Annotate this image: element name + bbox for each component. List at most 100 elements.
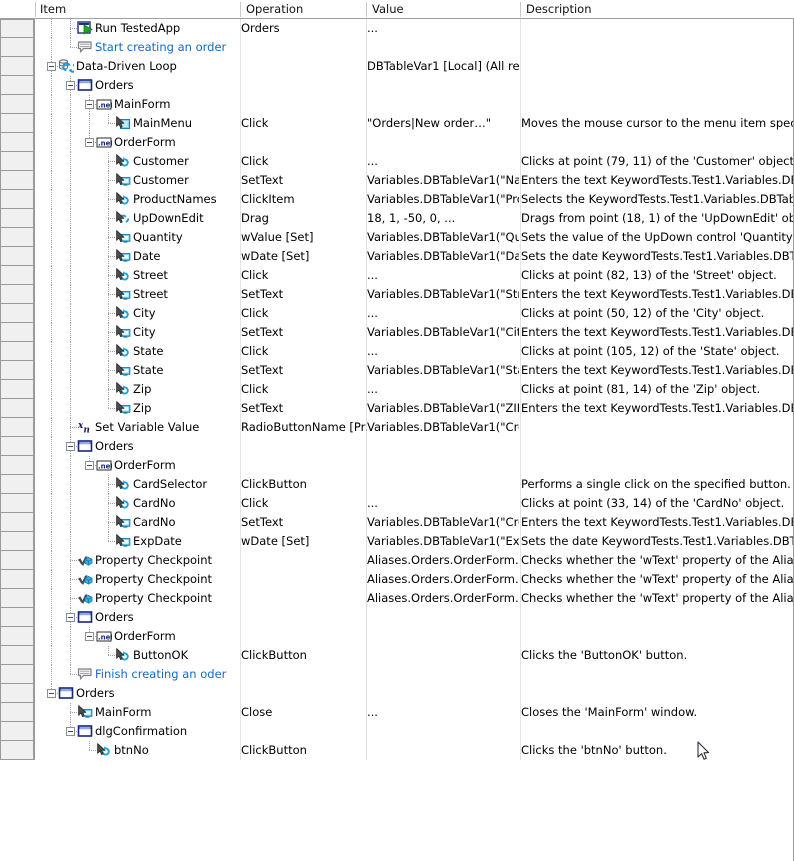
cell-value[interactable]: Aliases.Orders.OrderForm.G… bbox=[367, 570, 519, 589]
table-row[interactable]: Street SetTextVariables.DBTableVar1("Stre… bbox=[35, 285, 794, 304]
cell-value[interactable] bbox=[367, 646, 519, 665]
cell-operation[interactable] bbox=[241, 456, 367, 475]
row-gutter-cell[interactable] bbox=[0, 418, 34, 437]
cell-value[interactable]: Variables.DBTableVar1("Cre… bbox=[367, 513, 519, 532]
cell-operation[interactable] bbox=[241, 570, 367, 589]
cell-operation[interactable]: Orders bbox=[241, 19, 367, 38]
cell-description[interactable]: Sets the date KeywordTests.Test1.Variabl… bbox=[521, 532, 793, 551]
row-gutter-cell[interactable] bbox=[0, 76, 34, 95]
table-row[interactable]: MainMenu Click "Orders|New order…" Moves th… bbox=[35, 114, 794, 133]
cell-operation[interactable]: ClickItem bbox=[241, 190, 367, 209]
header-separator[interactable] bbox=[366, 2, 367, 17]
cell-value[interactable]: ... bbox=[367, 703, 519, 722]
cell-operation[interactable] bbox=[241, 57, 367, 76]
cell-description[interactable]: Sets the value of the UpDown control 'Qu… bbox=[521, 228, 793, 247]
cell-value[interactable]: Variables.DBTableVar1("Stre… bbox=[367, 285, 519, 304]
row-gutter-cell[interactable] bbox=[0, 703, 34, 722]
cell-value[interactable]: "Orders|New order…" bbox=[367, 114, 519, 133]
cell-description[interactable] bbox=[521, 57, 793, 76]
cell-value[interactable]: Aliases.Orders.OrderForm.G… bbox=[367, 551, 519, 570]
cell-item[interactable]: Orders bbox=[41, 76, 241, 95]
row-gutter-cell[interactable] bbox=[0, 95, 34, 114]
cell-operation[interactable] bbox=[241, 722, 367, 741]
cell-operation[interactable] bbox=[241, 437, 367, 456]
table-row[interactable]: CardNo SetTextVariables.DBTableVar1("Cre…… bbox=[35, 513, 794, 532]
cell-value[interactable]: ... bbox=[367, 342, 519, 361]
cell-operation[interactable]: ClickButton bbox=[241, 646, 367, 665]
row-gutter-cell[interactable] bbox=[0, 399, 34, 418]
cell-operation[interactable] bbox=[241, 76, 367, 95]
cell-description[interactable] bbox=[521, 722, 793, 741]
cell-description[interactable] bbox=[521, 627, 793, 646]
cell-description[interactable]: Enters the text KeywordTests.Test1.Varia… bbox=[521, 361, 793, 380]
cell-operation[interactable]: RadioButtonName [Pr… bbox=[241, 418, 367, 437]
tree-expander-collapse[interactable] bbox=[47, 689, 56, 698]
cell-description[interactable]: Clicks at point (81, 14) of the 'Zip' ob… bbox=[521, 380, 793, 399]
tree-expander-collapse[interactable] bbox=[85, 632, 94, 641]
row-gutter-cell[interactable] bbox=[0, 285, 34, 304]
cell-description[interactable] bbox=[521, 19, 793, 38]
tree-expander-collapse[interactable] bbox=[47, 62, 56, 71]
cell-item[interactable]: Quantity bbox=[41, 228, 241, 247]
cell-item[interactable]: CardNo bbox=[41, 494, 241, 513]
cell-value[interactable]: Variables.DBTableVar1("Nam… bbox=[367, 171, 519, 190]
table-row[interactable]: Run TestedApp Orders... bbox=[35, 19, 794, 38]
cell-description[interactable] bbox=[521, 456, 793, 475]
cell-description[interactable]: Selects the KeywordTests.Test1.Variables… bbox=[521, 190, 793, 209]
row-gutter-cell[interactable] bbox=[0, 456, 34, 475]
table-row[interactable]: Customer SetText Variables.DBTableVar1("Na… bbox=[35, 171, 794, 190]
cell-operation[interactable]: SetText bbox=[241, 285, 367, 304]
row-gutter-cell[interactable] bbox=[0, 551, 34, 570]
cell-item[interactable]: Customer bbox=[41, 171, 241, 190]
cell-value[interactable]: Variables.DBTableVar1("Expi… bbox=[367, 532, 519, 551]
cell-operation[interactable]: Drag bbox=[241, 209, 367, 228]
cell-value[interactable]: Variables.DBTableVar1("Date") bbox=[367, 247, 519, 266]
tree-expander-collapse[interactable] bbox=[66, 81, 75, 90]
cell-operation[interactable]: wValue [Set] bbox=[241, 228, 367, 247]
cell-description[interactable] bbox=[521, 38, 793, 57]
cell-operation[interactable]: ClickButton bbox=[241, 741, 367, 760]
cell-operation[interactable] bbox=[241, 608, 367, 627]
cell-operation[interactable] bbox=[241, 665, 367, 684]
cell-value[interactable]: Variables.DBTableVar1("State") bbox=[367, 361, 519, 380]
cell-value[interactable] bbox=[367, 38, 519, 57]
tree-expander-collapse[interactable] bbox=[66, 613, 75, 622]
cell-item[interactable]: Orders bbox=[41, 684, 241, 703]
tree-expander-collapse[interactable] bbox=[66, 442, 75, 451]
cell-value[interactable] bbox=[367, 627, 519, 646]
cell-item[interactable]: Customer bbox=[41, 152, 241, 171]
table-row[interactable]: Start creating an order bbox=[35, 38, 794, 57]
column-header-description[interactable]: Description bbox=[521, 0, 793, 18]
cell-operation[interactable]: Click bbox=[241, 494, 367, 513]
table-row[interactable]: MainForm Close... Closes the 'MainForm' wi… bbox=[35, 703, 794, 722]
cell-description[interactable] bbox=[521, 437, 793, 456]
cell-item[interactable]: .netOrderForm bbox=[41, 456, 241, 475]
row-gutter-cell[interactable] bbox=[0, 114, 34, 133]
table-row[interactable]: Data-Driven Loop DBTableVar1 [Local] (All… bbox=[35, 57, 794, 76]
table-row[interactable]: City Click... Clicks at point (50, 12) of … bbox=[35, 304, 794, 323]
cell-operation[interactable]: Click bbox=[241, 342, 367, 361]
cell-item[interactable]: Orders bbox=[41, 608, 241, 627]
cell-item[interactable]: City bbox=[41, 323, 241, 342]
row-gutter-cell[interactable] bbox=[0, 570, 34, 589]
cell-value[interactable]: Aliases.Orders.OrderForm.G… bbox=[367, 589, 519, 608]
table-row[interactable]: Property Checkpoint Aliases.Orders.OrderF… bbox=[35, 551, 794, 570]
row-gutter-cell[interactable] bbox=[0, 361, 34, 380]
cell-item[interactable]: City bbox=[41, 304, 241, 323]
row-gutter-cell[interactable] bbox=[0, 57, 34, 76]
cell-description[interactable]: Clicks at point (82, 13) of the 'Street'… bbox=[521, 266, 793, 285]
cell-item[interactable]: Orders bbox=[41, 437, 241, 456]
row-gutter-cell[interactable] bbox=[0, 608, 34, 627]
cell-operation[interactable] bbox=[241, 133, 367, 152]
table-row[interactable]: ExpDate wDate [Set] Variables.DBTableVar1(… bbox=[35, 532, 794, 551]
cell-description[interactable]: Checks whether the 'wText' property of t… bbox=[521, 570, 793, 589]
row-gutter-cell[interactable] bbox=[0, 380, 34, 399]
header-separator[interactable] bbox=[520, 2, 521, 17]
cell-item[interactable]: Run TestedApp bbox=[41, 19, 241, 38]
table-row[interactable]: .netOrderForm bbox=[35, 456, 794, 475]
cell-description[interactable] bbox=[521, 418, 793, 437]
cell-item[interactable]: btnNo bbox=[41, 741, 241, 760]
cell-value[interactable]: ... bbox=[367, 304, 519, 323]
tree-expander-collapse[interactable] bbox=[85, 138, 94, 147]
row-gutter-cell[interactable] bbox=[0, 266, 34, 285]
